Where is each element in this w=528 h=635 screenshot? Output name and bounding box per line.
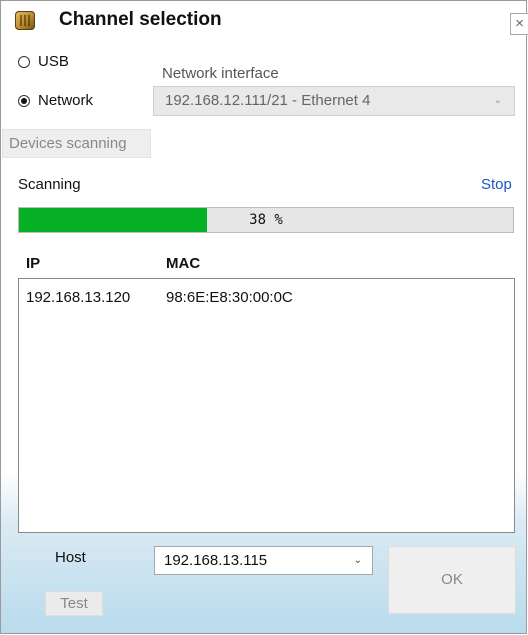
device-list[interactable]: 192.168.13.120 98:6E:E8:30:00:0C [18,278,515,533]
ok-button: OK [388,546,516,614]
radio-usb[interactable]: USB [18,53,69,70]
channel-selection-window: Channel selection × USB Network Network … [0,0,528,634]
chevron-down-icon: ⌄ [353,555,362,566]
radio-network[interactable]: Network [18,92,93,109]
scan-progress-bar: 38 % [18,207,514,233]
box-icon [15,11,35,30]
network-interface-value: 192.168.12.111/21 - Ethernet 4 [165,92,371,109]
radio-network-label: Network [38,92,94,109]
list-item[interactable]: 192.168.13.120 98:6E:E8:30:00:0C [19,287,514,309]
stop-link[interactable]: Stop [481,176,512,193]
network-interface-label: Network interface [162,65,279,82]
title-bar: Channel selection × [1,1,528,39]
progress-text: 38 % [249,212,283,228]
radio-button-unchecked-icon[interactable] [18,55,30,68]
device-mac: 98:6E:E8:30:00:0C [166,289,293,306]
network-interface-select: 192.168.12.111/21 - Ethernet 4 ⌄ [153,86,515,116]
scan-status-text: Scanning [18,176,81,193]
radio-button-checked-icon[interactable] [18,94,30,107]
chevron-down-icon: ⌄ [493,95,502,106]
test-button: Test [45,591,103,616]
radio-usb-label: USB [38,53,69,70]
close-button[interactable]: × [510,13,528,35]
device-ip: 192.168.13.120 [26,289,131,306]
host-select[interactable]: 192.168.13.115 ⌄ [154,546,373,575]
devices-scanning-button: Devices scanning [2,129,151,158]
column-header-ip[interactable]: IP [26,255,40,272]
window-title: Channel selection [59,9,222,30]
host-label: Host [55,549,86,566]
host-value: 192.168.13.115 [164,552,268,569]
column-header-mac[interactable]: MAC [166,255,200,272]
